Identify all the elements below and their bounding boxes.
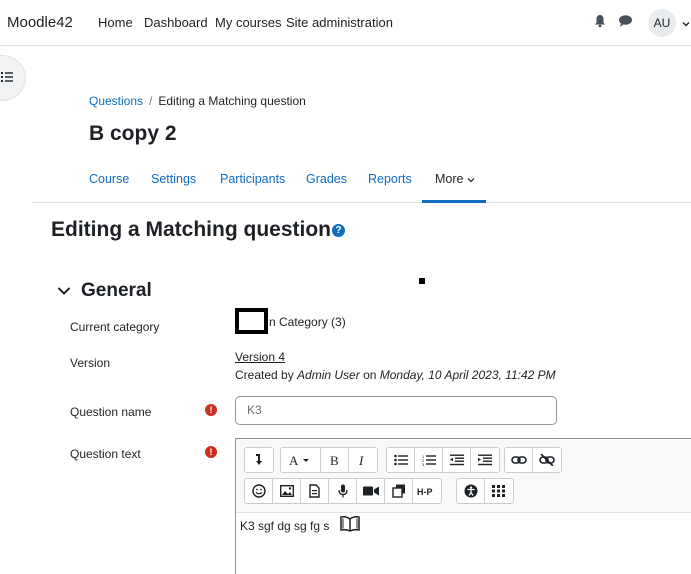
tab-more-label: More <box>435 172 464 186</box>
created-user: Admin User <box>297 368 360 382</box>
toolbar-group-links <box>504 447 562 473</box>
link-icon[interactable] <box>505 448 533 472</box>
breadcrumb-separator: / <box>149 94 153 108</box>
question-text-editor[interactable]: A B I 123 H-P K3 sgf dg sg fg s <box>235 438 691 574</box>
created-by-text: Created by Admin User on Monday, 10 Apri… <box>235 368 556 382</box>
tab-participants[interactable]: Participants <box>220 172 285 186</box>
bell-icon[interactable] <box>593 14 609 30</box>
section-general-title: General <box>81 280 152 301</box>
ordered-list-icon[interactable]: 123 <box>415 448 443 472</box>
page-title: B copy 2 <box>89 122 177 145</box>
chevron-down-icon <box>467 177 475 183</box>
show-more-buttons-icon[interactable] <box>245 448 273 472</box>
indent-icon[interactable] <box>471 448 499 472</box>
editor-toolbar: A B I 123 H-P <box>236 439 691 513</box>
svg-text:A: A <box>289 454 299 466</box>
required-icon: ! <box>205 446 217 458</box>
created-mid: on <box>359 368 380 382</box>
secondary-navigation: Course Settings Participants Grades Repo… <box>32 160 691 203</box>
svg-text:B: B <box>330 454 339 466</box>
h5p-icon[interactable]: H-P <box>413 479 441 503</box>
tab-more[interactable]: More <box>435 172 475 186</box>
book-icon <box>340 515 360 538</box>
nav-my-courses[interactable]: My courses <box>215 15 281 30</box>
active-tab-indicator <box>422 200 486 203</box>
current-category-value: n Category (3) <box>269 315 346 329</box>
list-icon <box>1 72 13 82</box>
help-icon[interactable]: ? <box>332 223 345 237</box>
unordered-list-icon[interactable] <box>387 448 415 472</box>
breadcrumb-questions-link[interactable]: Questions <box>89 94 143 108</box>
current-category-label: Current category <box>70 320 160 334</box>
chevron-down-icon[interactable] <box>681 16 691 27</box>
toolbar-group-extra <box>456 478 514 504</box>
emoji-icon[interactable] <box>245 479 273 503</box>
toolbar-group-collapse <box>244 447 274 473</box>
required-icon: ! <box>205 404 217 416</box>
section-general-header[interactable]: General <box>57 280 152 302</box>
chevron-down-icon <box>57 287 71 295</box>
question-name-input[interactable]: K3 <box>235 396 557 425</box>
chat-icon[interactable] <box>618 14 634 30</box>
toolbar-group-lists: 123 <box>386 447 500 473</box>
user-avatar[interactable]: AU <box>648 9 676 37</box>
unlink-icon[interactable] <box>533 448 561 472</box>
outdent-icon[interactable] <box>443 448 471 472</box>
svg-text:I: I <box>358 454 364 466</box>
image-icon[interactable] <box>273 479 301 503</box>
site-brand[interactable]: Moodle42 <box>7 14 73 31</box>
toolbar-group-media: H-P <box>244 478 442 504</box>
microphone-icon[interactable] <box>329 479 357 503</box>
nav-site-administration[interactable]: Site administration <box>286 15 393 30</box>
redaction-dot <box>419 278 425 284</box>
created-date: Monday, 10 April 2023, 11:42 PM <box>379 368 556 382</box>
accessibility-icon[interactable] <box>457 479 485 503</box>
question-text-label: Question text <box>70 447 141 461</box>
italic-icon[interactable]: I <box>349 448 377 472</box>
main-heading-text: Editing a Matching question <box>51 218 331 241</box>
redaction-box <box>235 308 268 334</box>
version-label: Version <box>70 356 111 370</box>
paragraph-style-icon[interactable]: A <box>281 448 321 472</box>
main-heading: Editing a Matching question? <box>51 218 345 242</box>
top-navbar: Moodle42 Home Dashboard My courses Site … <box>0 0 691 46</box>
video-icon[interactable] <box>357 479 385 503</box>
svg-text:3: 3 <box>422 462 425 466</box>
course-index-toggle[interactable] <box>0 55 26 101</box>
file-icon[interactable] <box>301 479 329 503</box>
breadcrumb: Questions / Editing a Matching question <box>89 94 306 108</box>
copy-icon[interactable] <box>385 479 413 503</box>
more-tools-icon[interactable] <box>485 479 513 503</box>
bold-icon[interactable]: B <box>321 448 349 472</box>
nav-home[interactable]: Home <box>98 15 133 30</box>
question-text-content[interactable]: K3 sgf dg sg fg s <box>240 519 329 533</box>
svg-text:H-P: H-P <box>417 487 433 496</box>
created-prefix: Created by <box>235 368 298 382</box>
breadcrumb-current: Editing a Matching question <box>158 94 306 108</box>
tab-settings[interactable]: Settings <box>151 172 196 186</box>
nav-dashboard[interactable]: Dashboard <box>144 15 208 30</box>
tab-grades[interactable]: Grades <box>306 172 347 186</box>
tab-course[interactable]: Course <box>89 172 129 186</box>
toolbar-group-style: A B I <box>280 447 378 473</box>
question-name-label: Question name <box>70 405 152 419</box>
version-link[interactable]: Version 4 <box>235 350 285 364</box>
tab-reports[interactable]: Reports <box>368 172 412 186</box>
